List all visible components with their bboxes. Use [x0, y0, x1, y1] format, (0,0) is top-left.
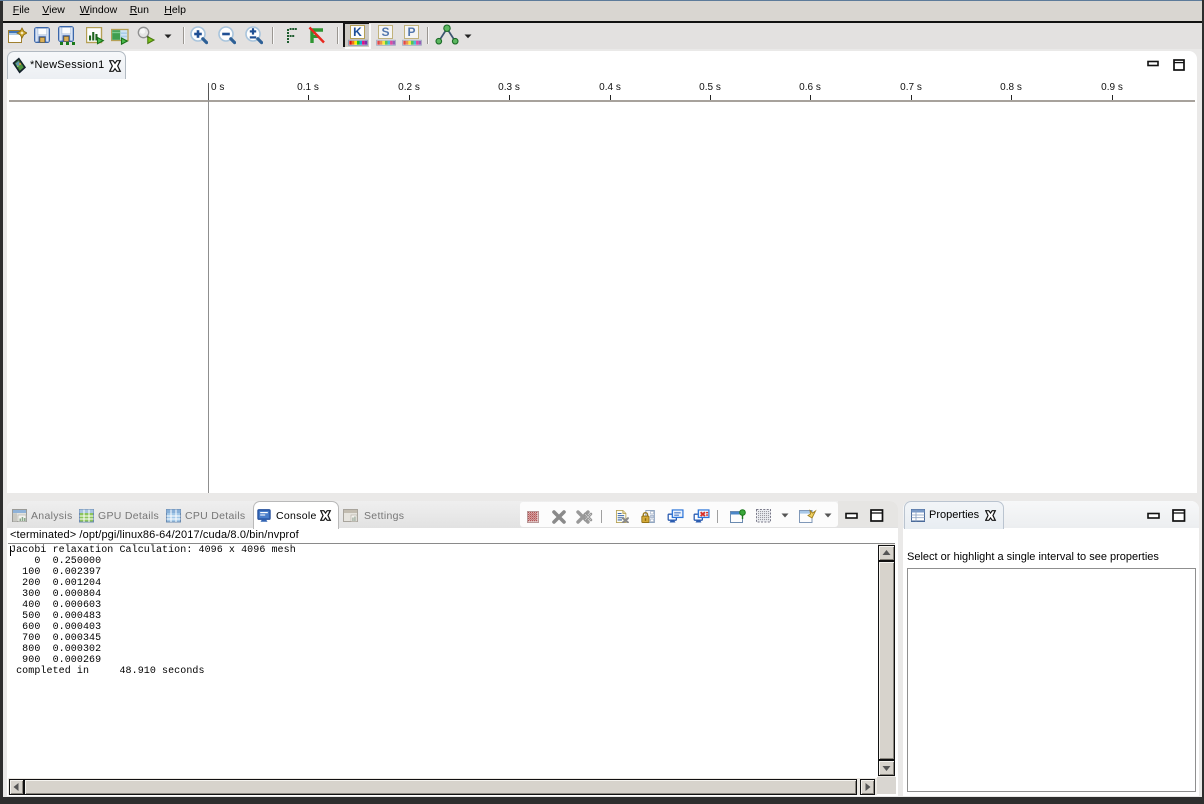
svg-text:P: P [407, 25, 415, 39]
svg-text:K: K [353, 25, 362, 39]
svg-text:S: S [381, 25, 389, 39]
